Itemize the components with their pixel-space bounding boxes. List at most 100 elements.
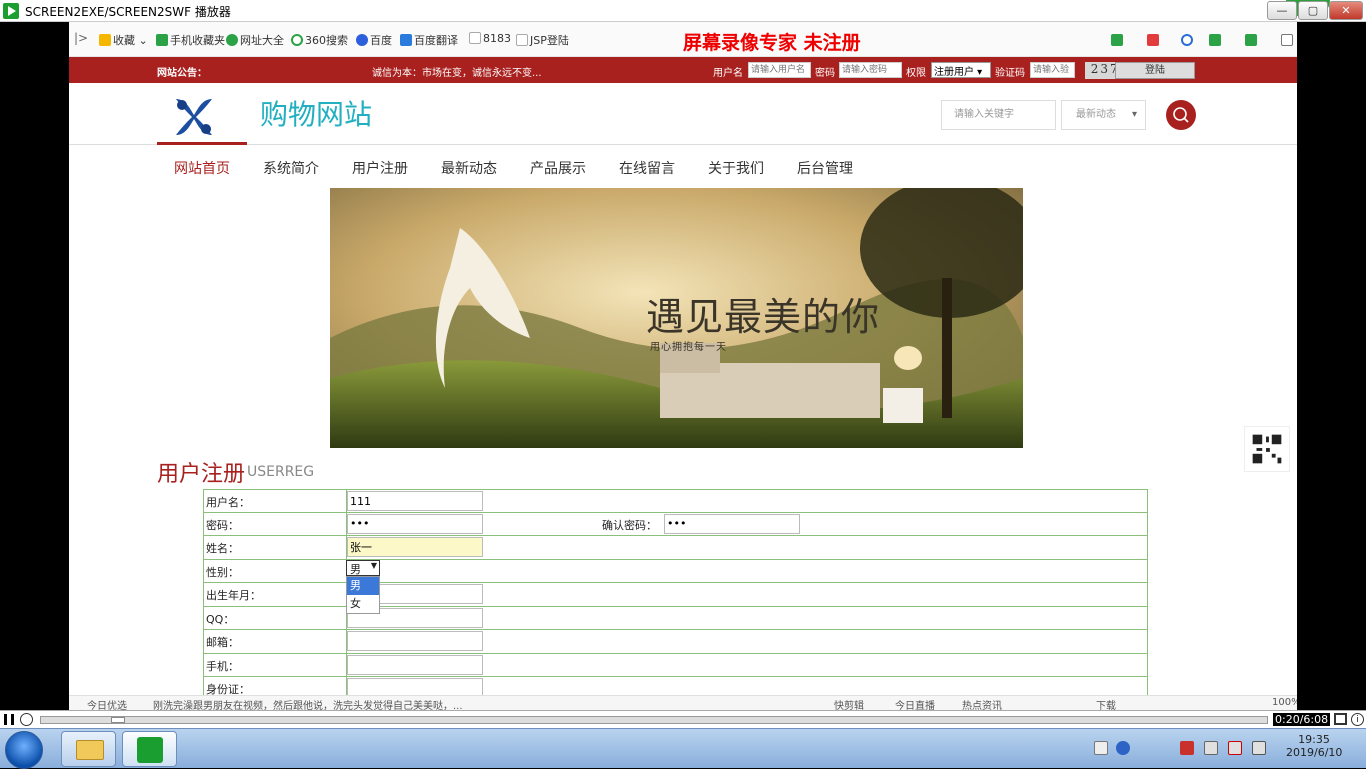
browser-status-bar: 今日优选 刚洗完澡跟男朋友在视频，然后跟他说，洗完头发觉得自己美美哒，... 快… (69, 695, 1297, 710)
sidebar-toggle-icon[interactable]: |> (74, 31, 88, 45)
search-input[interactable]: 请输入关键字 (941, 100, 1056, 130)
nav-admin[interactable]: 后台管理 (797, 158, 853, 178)
keyboard-icon[interactable] (1094, 741, 1108, 755)
section-subtitle: USERREG (247, 464, 315, 480)
status-quick-edit[interactable]: 快剪辑 (834, 697, 864, 710)
status-zoom[interactable]: 100% (1272, 697, 1297, 708)
status-hot-news[interactable]: 热点资讯 (962, 697, 1002, 710)
site-logo[interactable] (172, 95, 216, 137)
close-button[interactable]: ✕ (1329, 1, 1363, 20)
password-input[interactable] (347, 513, 483, 534)
bookmark-baidu[interactable]: 百度 (356, 32, 392, 48)
fullscreen-icon[interactable] (1334, 713, 1347, 725)
scissors-icon[interactable] (1147, 34, 1159, 46)
stop-icon[interactable] (20, 713, 33, 726)
folder-icon (76, 740, 104, 760)
explorer-task[interactable] (61, 731, 116, 767)
gender-option-female[interactable]: 女 (347, 595, 379, 613)
progress-bar[interactable] (40, 716, 1268, 724)
nav-guestbook[interactable]: 在线留言 (619, 158, 675, 178)
username-input[interactable] (347, 491, 483, 511)
gender-select[interactable]: 男 ▼ (346, 560, 380, 576)
info-icon[interactable]: i (1351, 713, 1364, 726)
translate-icon (400, 34, 412, 46)
gender-option-male[interactable]: 男 (347, 577, 379, 595)
nav-register[interactable]: 用户注册 (352, 158, 408, 178)
search-icon (1173, 107, 1189, 123)
windows-taskbar: 19:35 2019/6/10 (0, 728, 1366, 769)
banner-subtitle: 用心拥抱每一天 (650, 342, 727, 353)
star-icon (99, 34, 111, 46)
recorded-browser: |> 收藏 ⌄ 手机收藏夹 网址大全 360搜索 百度 百度翻译 8183 JS… (69, 22, 1297, 710)
password-label: 密码 (815, 68, 835, 79)
banner-title: 遇见最美的你 (646, 295, 881, 339)
captcha-input[interactable] (1030, 62, 1075, 78)
email-input[interactable] (347, 631, 483, 651)
game-icon[interactable] (1209, 34, 1221, 46)
search-tool-icon[interactable] (1181, 34, 1193, 46)
network-icon[interactable] (1252, 741, 1266, 755)
player-task[interactable] (122, 731, 177, 767)
nav-news[interactable]: 最新动态 (441, 158, 497, 178)
status-live[interactable]: 今日直播 (895, 697, 935, 710)
nav-home[interactable]: 网站首页 (174, 158, 230, 178)
bookmark-directory[interactable]: 网址大全 (226, 32, 284, 48)
shield-icon[interactable] (1245, 34, 1257, 46)
site-title: 购物网站 (260, 98, 373, 131)
bookmarks-bar: |> 收藏 ⌄ 手机收藏夹 网址大全 360搜索 百度 百度翻译 8183 JS… (69, 22, 1297, 57)
qq-label: QQ： (206, 612, 235, 626)
360-icon (291, 34, 303, 46)
search-category-select[interactable]: 最新动态 ▾ (1061, 100, 1146, 130)
site-topbar: 网站公告： 诚信为本：市场在变，诚信永远不变... 用户名 密码 权限 注册用户… (69, 57, 1297, 83)
globe-icon (226, 34, 238, 46)
qr-code-icon[interactable] (1244, 426, 1290, 472)
page-icon (469, 32, 481, 44)
maximize-button[interactable]: ▢ (1298, 1, 1328, 20)
gender-dropdown-list: 男 女 (346, 576, 380, 614)
login-password-input[interactable] (839, 62, 902, 78)
captcha-label: 验证码 (995, 68, 1025, 79)
bookmark-360search[interactable]: 360搜索 (291, 32, 348, 48)
status-news-ticker[interactable]: 刚洗完澡跟男朋友在视频，然后跟他说，洗完头发觉得自己美美哒，... (153, 697, 463, 710)
username-label: 用户名： (206, 496, 250, 509)
volume-icon[interactable] (1204, 741, 1218, 755)
status-download[interactable]: 下载 (1096, 697, 1116, 710)
bookmark-mobile[interactable]: 手机收藏夹 (156, 32, 225, 48)
login-username-input[interactable] (748, 62, 811, 78)
search-button[interactable] (1166, 100, 1196, 130)
progress-thumb[interactable] (111, 717, 125, 723)
app-icon (3, 3, 19, 19)
apps-grid-icon[interactable] (1281, 34, 1293, 46)
nav-about-us[interactable]: 关于我们 (708, 158, 764, 178)
pause-icon[interactable] (4, 714, 14, 725)
system-clock[interactable]: 19:35 2019/6/10 (1286, 733, 1342, 759)
site-header: 购物网站 请输入关键字 最新动态 ▾ (69, 83, 1297, 145)
nav-products[interactable]: 产品展示 (530, 158, 586, 178)
bookmark-translate[interactable]: 百度翻译 (400, 32, 458, 48)
timecode: 0:20/6:08 (1273, 713, 1331, 726)
bookmark-8183[interactable]: 8183 (469, 32, 511, 45)
logo-underline (157, 142, 247, 145)
translate-tool-icon[interactable] (1111, 34, 1123, 46)
status-featured[interactable]: 今日优选 (87, 697, 127, 710)
mobile-input[interactable] (347, 654, 483, 675)
player-controls: 0:20/6:08 i (0, 710, 1366, 728)
window-title: SCREEN2EXE/SCREEN2SWF 播放器 (25, 5, 231, 19)
flag-icon[interactable] (1228, 741, 1242, 755)
form-row-birth: 出生年月： (203, 583, 1148, 607)
tray-app-icon[interactable] (1180, 741, 1194, 755)
nav-about-system[interactable]: 系统简介 (263, 158, 319, 178)
mobile-label: 手机： (206, 659, 239, 673)
bookmark-favorites[interactable]: 收藏 ⌄ (99, 32, 148, 48)
role-select[interactable]: 注册用户 ▾ (931, 62, 991, 78)
help-icon[interactable] (1116, 741, 1130, 755)
phone-icon (156, 34, 168, 46)
birth-label: 出生年月： (206, 589, 261, 602)
bookmark-jsp[interactable]: JSP登陆 (516, 32, 569, 48)
register-form: 用户名： 密码： 确认密码： 姓名： 性别： 出生年月： QQ： (203, 489, 1148, 701)
name-input[interactable] (347, 537, 483, 557)
start-button[interactable] (5, 731, 43, 769)
confirm-password-input[interactable] (664, 513, 800, 534)
minimize-button[interactable]: — (1267, 1, 1297, 20)
login-button[interactable]: 登陆 (1115, 62, 1195, 79)
